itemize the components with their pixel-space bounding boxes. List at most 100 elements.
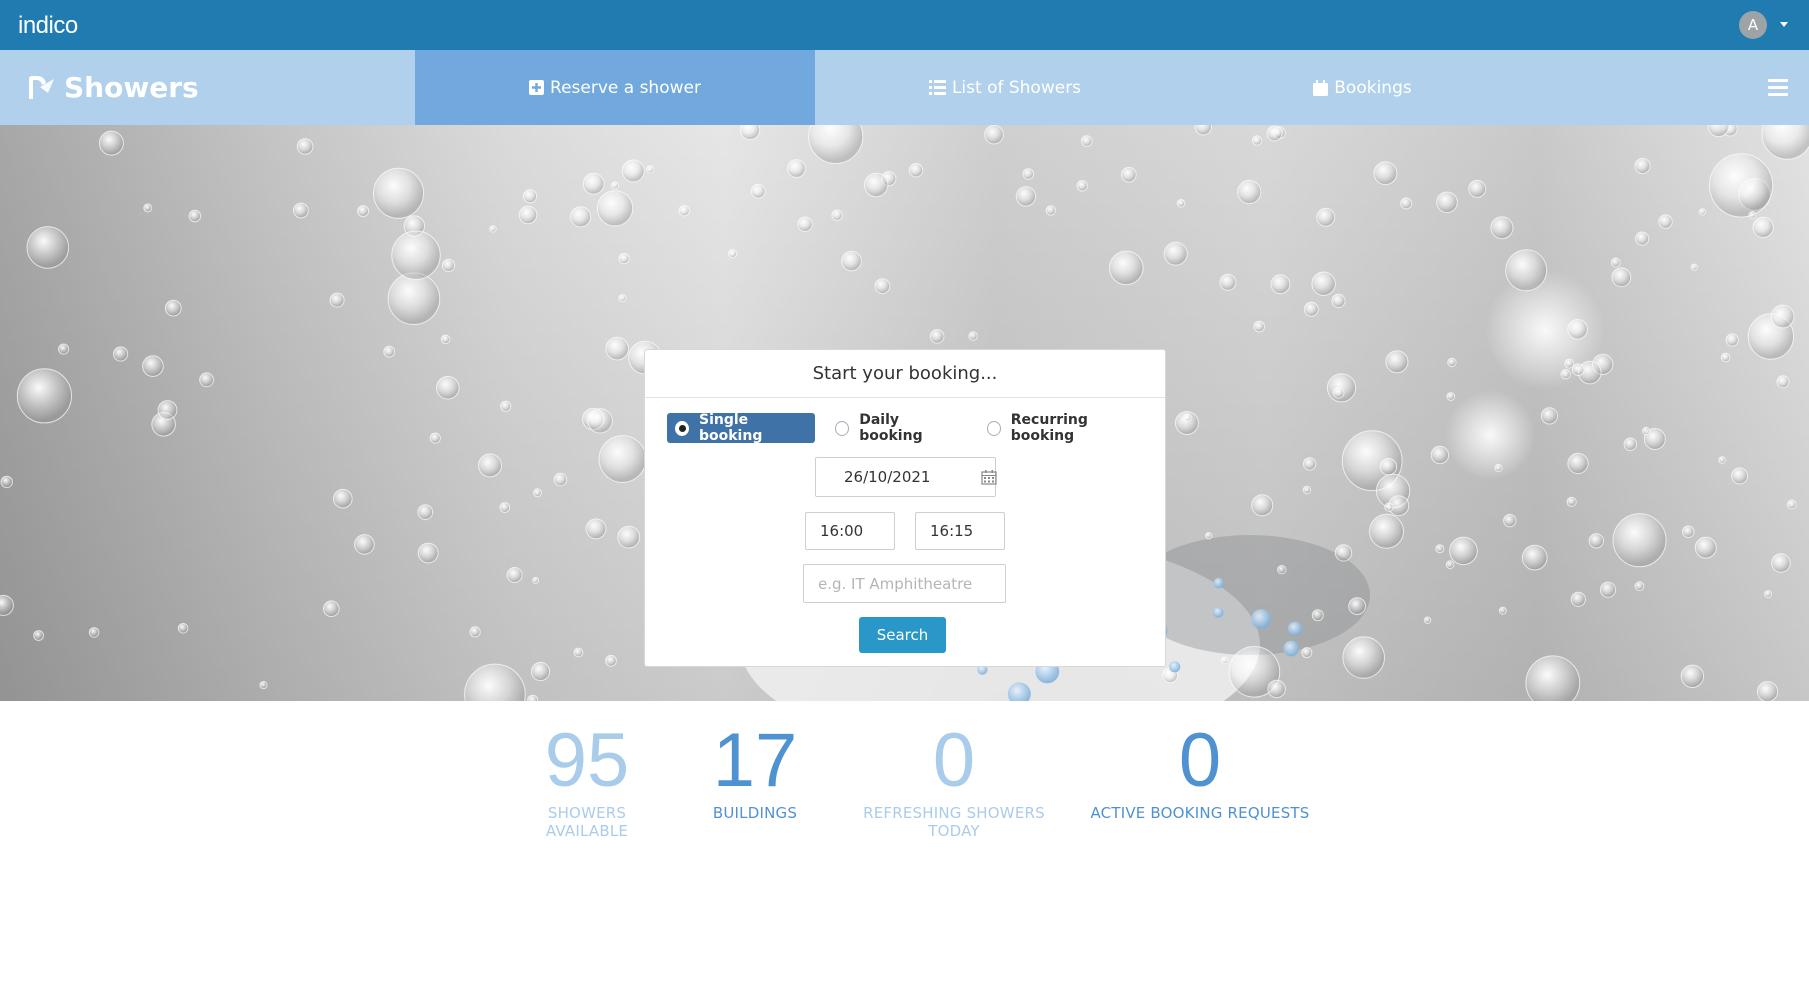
water-bubble — [618, 252, 630, 265]
water-bubble — [570, 206, 592, 228]
tab-bookings[interactable]: Bookings — [1250, 50, 1475, 125]
date-value: 26/10/2021 — [844, 468, 931, 486]
chevron-down-icon[interactable] — [1780, 22, 1788, 27]
water-bubble — [417, 504, 434, 521]
water-bubble — [533, 488, 542, 498]
water-bubble — [354, 534, 375, 555]
water-bubble — [1494, 463, 1503, 473]
water-bubble — [333, 488, 353, 509]
water-bubble — [142, 355, 164, 377]
water-bubble — [1266, 125, 1283, 142]
water-bubble — [1076, 180, 1088, 192]
tab-bookings-label: Bookings — [1334, 77, 1412, 98]
water-bubble — [1400, 197, 1413, 210]
water-bubble — [1731, 467, 1749, 485]
water-bubble — [113, 346, 129, 362]
water-bubble — [1540, 407, 1559, 425]
stat-refreshing-showers-today: 0 REFRESHING SHOWERS TODAY — [838, 720, 1070, 841]
end-time-value: 16:15 — [930, 522, 974, 540]
water-bubble — [1567, 452, 1589, 474]
stat-label: ACTIVE BOOKING REQUESTS — [1090, 804, 1310, 822]
water-bubble — [1498, 606, 1507, 615]
indico-logo[interactable]: indico — [18, 8, 100, 42]
tab-reserve-shower[interactable]: Reserve a shower — [415, 50, 815, 125]
water-bubble — [506, 567, 523, 583]
water-bubble — [387, 272, 441, 325]
water-bubble — [1436, 191, 1458, 214]
water-bubble — [1770, 304, 1795, 329]
water-bubble — [1267, 679, 1286, 699]
calendar-icon — [1313, 79, 1329, 96]
water-bubble — [1445, 560, 1455, 570]
water-bubble — [0, 475, 13, 489]
water-bubble — [1220, 656, 1229, 664]
water-bubble — [610, 181, 620, 190]
water-bubble — [1449, 536, 1478, 566]
water-bubble — [1752, 216, 1774, 239]
water-bubble — [1316, 207, 1336, 227]
search-button[interactable]: Search — [859, 617, 946, 653]
water-bubble — [1373, 161, 1398, 186]
water-bubble — [1169, 661, 1181, 673]
water-bubble — [530, 661, 551, 682]
water-bubble — [1634, 581, 1645, 592]
water-bubble — [1385, 350, 1409, 374]
user-avatar[interactable]: A — [1739, 11, 1767, 39]
water-bubble — [33, 630, 44, 641]
water-bubble — [1447, 357, 1457, 368]
water-bubble — [1698, 208, 1707, 216]
date-input[interactable]: 26/10/2021 — [815, 457, 997, 497]
water-bubble — [1205, 532, 1213, 540]
tab-list-of-showers[interactable]: List of Showers — [815, 50, 1195, 125]
water-bubble — [1642, 426, 1651, 436]
water-bubble — [441, 258, 456, 272]
radio-single-booking[interactable]: Single booking — [667, 412, 816, 444]
water-bubble — [618, 294, 627, 303]
water-bubble — [617, 525, 641, 549]
water-bubble — [797, 216, 813, 232]
water-bubble — [1342, 636, 1385, 679]
water-bubble — [518, 205, 538, 225]
brand[interactable]: Showers — [26, 50, 199, 125]
water-bubble — [727, 249, 738, 259]
radio-daily-booking[interactable]: Daily booking — [827, 412, 967, 444]
booking-card-title: Start your booking... — [645, 350, 1165, 398]
water-bubble — [417, 542, 439, 564]
water-bubble — [199, 372, 215, 388]
radio-recurring-booking[interactable]: Recurring booking — [979, 412, 1153, 444]
water-bubble — [1121, 166, 1137, 183]
hamburger-menu-icon[interactable] — [1768, 79, 1788, 96]
water-bubble — [58, 343, 70, 355]
water-bubble — [522, 189, 538, 204]
water-bubble — [532, 576, 540, 584]
water-bubble — [296, 138, 314, 155]
water-bubble — [1287, 621, 1303, 636]
water-bubble — [1430, 445, 1450, 465]
water-bubble — [357, 205, 370, 218]
shower-icon — [29, 75, 54, 99]
start-time-input[interactable]: 16:00 — [805, 512, 895, 550]
logo-text: indico — [18, 12, 78, 39]
water-bubble — [1348, 597, 1366, 616]
tab-list-of-showers-label: List of Showers — [951, 77, 1082, 98]
water-bubble — [440, 334, 451, 345]
location-input[interactable]: e.g. IT Amphitheatre — [803, 564, 1006, 603]
water-bubble — [1694, 536, 1717, 559]
water-bubble — [1521, 544, 1548, 571]
water-bubble — [1720, 352, 1731, 363]
water-bubble — [1081, 135, 1093, 147]
water-bubble — [98, 130, 124, 156]
water-bubble — [1725, 333, 1739, 347]
water-bubble — [582, 172, 605, 195]
water-bubble — [605, 336, 630, 361]
water-bubble — [527, 694, 539, 701]
water-bubble — [177, 623, 189, 634]
water-bubble — [1213, 607, 1224, 618]
water-bubble — [1776, 375, 1790, 389]
water-bubble — [1571, 363, 1585, 376]
water-bubble — [1303, 301, 1319, 317]
water-bubble — [1331, 293, 1346, 308]
end-time-input[interactable]: 16:15 — [915, 512, 1005, 550]
stat-showers-available: 95 SHOWERS AVAILABLE — [507, 720, 667, 841]
water-bubble — [587, 408, 613, 434]
